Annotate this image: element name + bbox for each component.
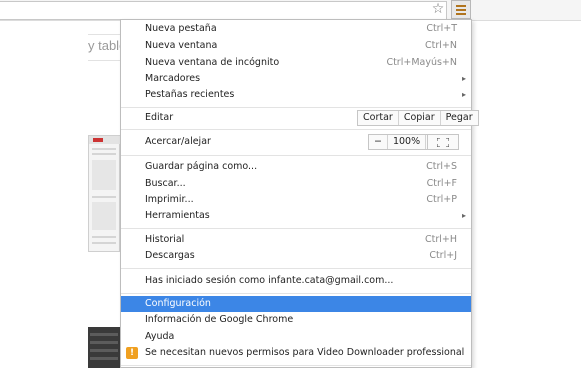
page-dark-image xyxy=(88,327,120,368)
shortcut-label: Ctrl+H xyxy=(424,234,457,245)
page-divider xyxy=(88,60,120,61)
menu-item-save-page[interactable]: Guardar página como... Ctrl+S xyxy=(121,159,471,175)
menu-item-incognito-window[interactable]: Nueva ventana de incógnito Ctrl+Mayús+N xyxy=(121,55,471,71)
menu-separator xyxy=(121,365,471,366)
warning-icon: ! xyxy=(126,347,138,359)
shortcut-label: Ctrl+Mayús+N xyxy=(386,57,457,68)
zoom-level: 100% xyxy=(386,135,425,149)
submenu-arrow-icon: ▸ xyxy=(461,90,466,99)
menu-separator xyxy=(121,228,471,229)
chrome-menu-button[interactable] xyxy=(451,0,471,19)
fullscreen-icon xyxy=(437,138,449,147)
zoom-out-button[interactable]: − xyxy=(369,135,387,149)
submenu-arrow-icon: ▸ xyxy=(461,211,466,220)
cut-button[interactable]: Cortar xyxy=(358,111,398,125)
submenu-arrow-icon: ▸ xyxy=(461,74,466,83)
chrome-main-menu: Nueva pestaña Ctrl+T Nueva ventana Ctrl+… xyxy=(120,19,479,368)
menu-item-new-tab[interactable]: Nueva pestaña Ctrl+T xyxy=(121,21,471,37)
menu-item-help[interactable]: Ayuda xyxy=(121,329,471,345)
copy-button[interactable]: Copiar xyxy=(397,111,440,125)
shortcut-label: Ctrl+T xyxy=(426,23,457,34)
star-icon[interactable]: ☆ xyxy=(431,1,445,17)
menu-separator xyxy=(121,107,471,108)
menu-item-print[interactable]: Imprimir... Ctrl+P xyxy=(121,192,471,208)
menu-item-new-window[interactable]: Nueva ventana Ctrl+N xyxy=(121,38,471,54)
menu-item-downloads[interactable]: Descargas Ctrl+J xyxy=(121,248,471,264)
page-thumbnail-image xyxy=(88,135,121,252)
menu-separator xyxy=(121,268,471,269)
shortcut-label: Ctrl+S xyxy=(426,161,457,172)
menu-separator xyxy=(121,293,471,294)
menu-item-recent-tabs[interactable]: Pestañas recientes ▸ xyxy=(121,87,471,103)
menu-item-signed-in-account[interactable]: Has iniciado sesión como infante.cata@gm… xyxy=(121,273,471,289)
shortcut-label: Ctrl+J xyxy=(429,250,457,261)
menu-separator xyxy=(121,129,471,130)
menu-item-zoom: Acercar/alejar − 100% + xyxy=(121,134,471,150)
shortcut-label: Ctrl+N xyxy=(425,40,457,51)
menu-item-find[interactable]: Buscar... Ctrl+F xyxy=(121,176,471,192)
edit-button-group: Cortar Copiar Pegar xyxy=(357,110,479,126)
page-divider xyxy=(88,34,120,35)
paste-button[interactable]: Pegar xyxy=(439,111,478,125)
menu-item-tools[interactable]: Herramientas ▸ xyxy=(121,208,471,224)
menu-item-bookmarks[interactable]: Marcadores ▸ xyxy=(121,71,471,87)
fullscreen-button[interactable] xyxy=(427,134,459,150)
menu-item-extension-permissions[interactable]: ! Se necesitan nuevos permisos para Vide… xyxy=(121,345,471,361)
shortcut-label: Ctrl+F xyxy=(426,178,457,189)
menu-item-about-chrome[interactable]: Información de Google Chrome xyxy=(121,312,471,328)
address-bar[interactable] xyxy=(0,1,447,20)
menu-item-edit: Editar Cortar Copiar Pegar xyxy=(121,110,479,126)
shortcut-label: Ctrl+P xyxy=(426,194,457,205)
browser-toolbar: ☆ xyxy=(0,0,581,21)
menu-item-settings[interactable]: Configuración xyxy=(121,296,471,312)
menu-separator xyxy=(121,155,471,156)
menu-item-history[interactable]: Historial Ctrl+H xyxy=(121,232,471,248)
